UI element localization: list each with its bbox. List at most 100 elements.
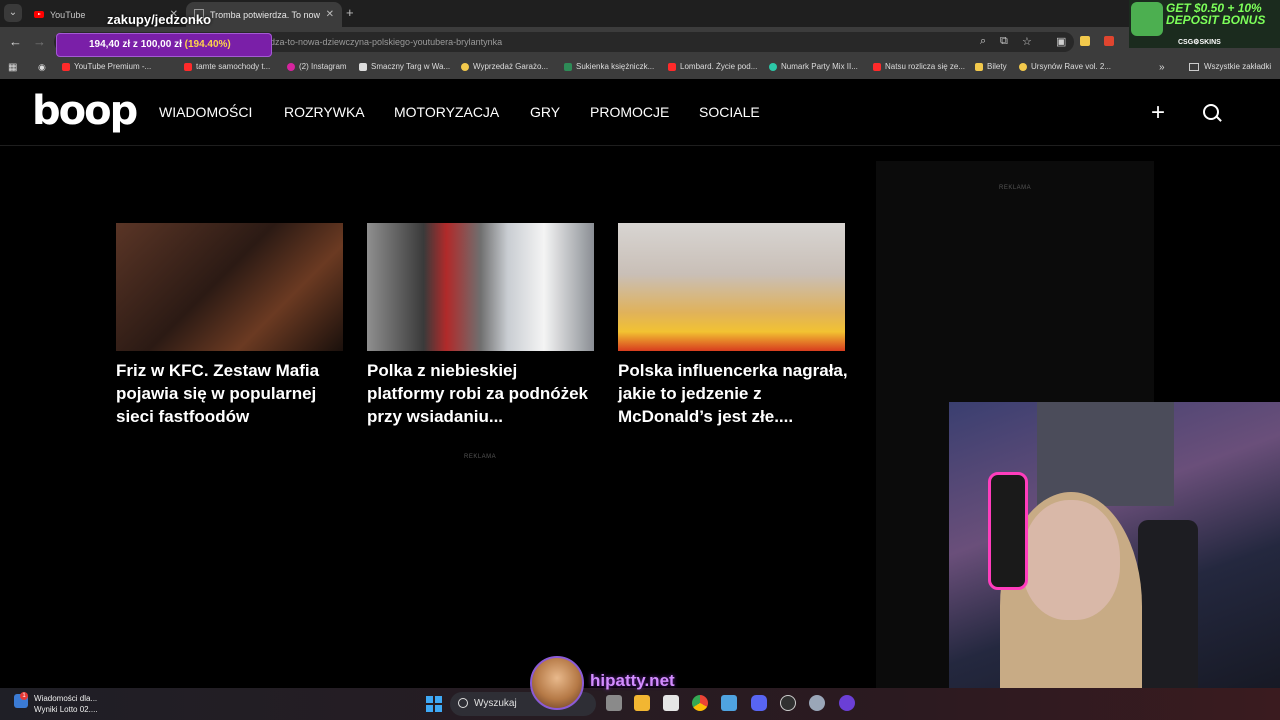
tab-search-menu[interactable]: ⌄ [4, 4, 22, 22]
article-title[interactable]: Polka z niebieskiej platformy robi za po… [367, 359, 597, 428]
extension-icon[interactable] [1080, 36, 1090, 46]
youtube-icon [873, 62, 881, 71]
article-image[interactable] [116, 223, 343, 351]
nav-item[interactable]: GRY [530, 104, 560, 120]
bookmark-star-icon[interactable]: ☆ [1022, 35, 1032, 48]
article-title[interactable]: Friz w KFC. Zestaw Mafia pojawia się w p… [116, 359, 346, 428]
bookmark-label: Smaczny Targ w Wa... [371, 62, 451, 71]
bookmark-icon [359, 62, 367, 71]
settings-gear-icon[interactable] [809, 695, 825, 711]
zoom-icon[interactable]: ⌕ [980, 35, 986, 48]
article-image[interactable] [618, 223, 845, 351]
news-widget[interactable]: Wiadomości dla... Wyniki Lotto 02.... [34, 693, 98, 715]
discord-icon[interactable] [751, 695, 767, 711]
bookmark-item[interactable]: Natsu rozlicza się ze... [873, 62, 965, 71]
bookmark-item[interactable]: (2) Instagram [287, 62, 347, 71]
goal-percent: (194.40%) [184, 39, 231, 50]
back-icon[interactable]: ← [9, 34, 22, 49]
bookmark-icon [769, 62, 777, 71]
news-line: Wyniki Lotto 02.... [34, 705, 98, 714]
bookmark-item[interactable]: Smaczny Targ w Wa... [359, 62, 450, 71]
goal-title: zakupy/jedzonko [107, 12, 212, 27]
streamer-avatar [530, 656, 584, 710]
article-image[interactable] [367, 223, 594, 351]
promo-brand: CSG⚙SKINS [1178, 39, 1221, 46]
taskbar-search-placeholder[interactable]: Wyszukaj [474, 698, 517, 709]
article-title[interactable]: Polska influencerka nagrała, jakie to je… [618, 359, 848, 428]
tab-title: Tromba potwierdza. To nowa d... [210, 9, 320, 20]
notepad-icon[interactable] [721, 695, 737, 711]
search-icon[interactable] [1203, 104, 1219, 120]
file-explorer-icon[interactable] [634, 695, 650, 711]
instagram-icon [287, 62, 295, 71]
webcam-background-poster [1037, 402, 1174, 506]
bookmark-item[interactable]: Sukienka księżniczk... [564, 62, 654, 71]
bookmark-item[interactable]: Lombard. Życie pod... [668, 62, 757, 71]
promo-text: GET $0.50 + 10% DEPOSIT BONUS [1166, 2, 1265, 26]
goal-amount: 194,40 zł z 100,00 zł [89, 39, 182, 50]
bookmark-icon [975, 62, 983, 71]
forward-icon[interactable]: → [33, 34, 46, 49]
all-bookmarks[interactable]: Wszystkie zakładki [1189, 62, 1271, 71]
site-logo[interactable]: boop [32, 88, 138, 134]
bookmark-label: Natsu rozlicza się ze... [885, 62, 966, 71]
nav-item[interactable]: ROZRYWKA [284, 104, 365, 120]
bookmark-label: Bilety [987, 62, 1007, 71]
bookmark-label: Lombard. Życie pod... [680, 62, 758, 71]
microphone-icon [988, 472, 1028, 590]
bookmark-label: Wszystkie zakładki [1204, 62, 1272, 71]
apps-grid-icon[interactable]: ▦ [8, 62, 17, 73]
nav-item[interactable]: SOCIALE [699, 104, 760, 120]
bookmark-item[interactable]: tamte samochody t... [184, 62, 270, 71]
install-app-icon[interactable]: ⧉ [1000, 35, 1008, 48]
bookmark-item[interactable]: YouTube Premium -... [62, 62, 151, 71]
nav-item[interactable]: WIADOMOŚCI [159, 104, 252, 120]
bookmark-label: Numark Party Mix II... [781, 62, 858, 71]
youtube-icon [34, 11, 44, 18]
store-icon[interactable] [663, 695, 679, 711]
bookmark-label: YouTube Premium -... [74, 62, 152, 71]
notification-badge: 1 [20, 692, 28, 700]
bookmark-label: Wyprzedaż Garażo... [473, 62, 549, 71]
stream-watermark: hipatty.net [590, 671, 675, 690]
tab-title: YouTube [50, 9, 86, 20]
youtube-icon [62, 62, 70, 71]
bookmark-item[interactable]: Numark Party Mix II... [769, 62, 858, 71]
folder-icon [1189, 62, 1199, 71]
app-icon[interactable] [839, 695, 855, 711]
search-icon [458, 698, 468, 708]
webcam-streamer-face [1022, 500, 1120, 620]
chrome-icon[interactable] [692, 695, 708, 711]
promo-line2: DEPOSIT BONUS [1166, 13, 1266, 27]
bookmark-label: Ursynów Rave vol. 2... [1031, 62, 1112, 71]
ad-label: REKLAMA [464, 454, 497, 460]
nav-item[interactable]: PROMOCJE [590, 104, 669, 120]
bookmark-icon [461, 62, 469, 71]
bookmark-icon [1019, 62, 1027, 71]
bookmark-label: Sukienka księżniczk... [576, 62, 655, 71]
windows-start-icon[interactable] [426, 696, 442, 712]
news-line: Wiadomości dla... [34, 694, 98, 703]
bookmark-icon[interactable]: ◉ [38, 62, 46, 73]
bookmark-item[interactable]: Ursynów Rave vol. 2... [1019, 62, 1111, 71]
youtube-icon [668, 62, 676, 71]
bookmark-item[interactable]: Wyprzedaż Garażo... [461, 62, 548, 71]
obs-icon[interactable] [780, 695, 796, 711]
bookmark-label: tamte samochody t... [196, 62, 271, 71]
extension-icon[interactable] [1104, 36, 1114, 46]
bookmark-label: (2) Instagram [299, 62, 347, 71]
bookmark-item[interactable]: Bilety [975, 62, 1007, 71]
promo-mascot-icon [1131, 2, 1163, 36]
donation-goal-text: 194,40 zł z 100,00 zł (194.40%) [89, 39, 231, 50]
ad-label: REKLAMA [999, 185, 1032, 191]
youtube-icon [184, 62, 192, 71]
close-tab-icon[interactable]: ✕ [326, 9, 334, 20]
more-bookmarks-icon[interactable]: » [1159, 62, 1165, 73]
extension-icon[interactable]: ▣ [1056, 35, 1066, 48]
nav-item[interactable]: MOTORYZACJA [394, 104, 499, 120]
bookmark-icon [564, 62, 572, 71]
new-tab-icon[interactable]: + [346, 5, 354, 20]
plus-icon[interactable]: + [1151, 99, 1165, 127]
url-text[interactable]: dza-to-nowa-dziewczyna-polskiego-youtube… [270, 37, 502, 47]
task-view-icon[interactable] [606, 695, 622, 711]
